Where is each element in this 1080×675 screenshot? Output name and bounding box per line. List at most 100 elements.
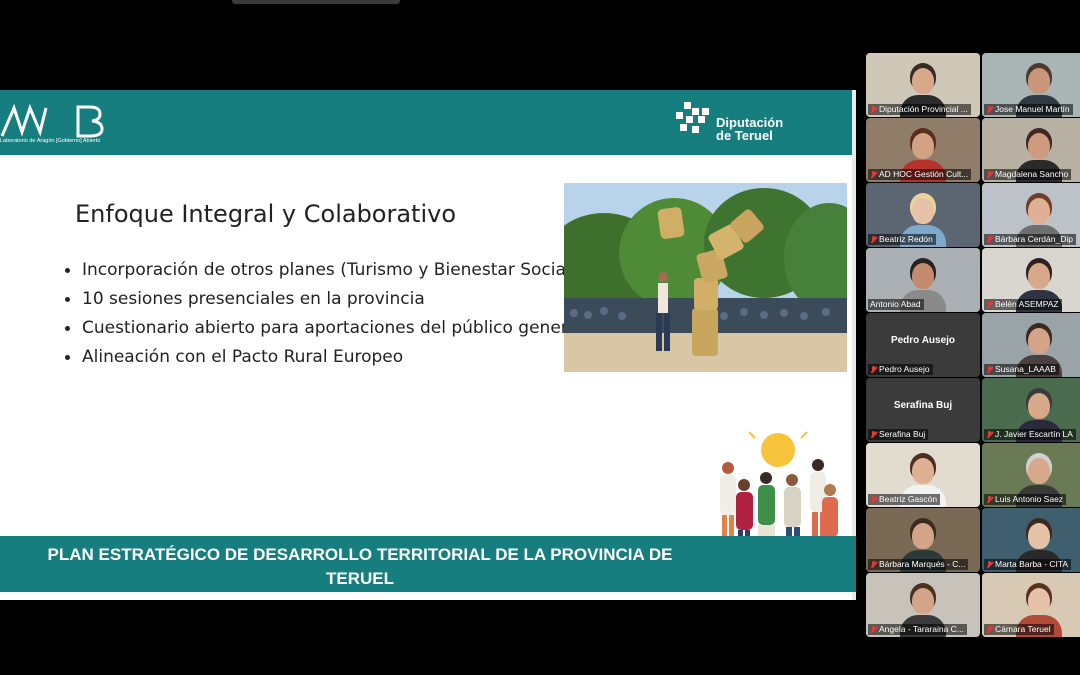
participant-face [912,588,934,614]
participant-face [1028,458,1050,484]
mic-muted-icon [870,625,877,634]
participant-face [912,263,934,289]
mic-muted-icon [986,495,993,504]
participant-name: Pedro Ausejo [879,364,930,374]
slide-edge [852,90,856,600]
laaab-b-icon [76,105,104,138]
participant-tile[interactable]: Jose Manuel Martín [982,53,1080,117]
participant-name-tag: J. Javier Escartín LA [984,429,1076,440]
bullet-item: Incorporación de otros planes (Turismo y… [64,260,583,289]
laaab-logo: Laboratorio de Aragón [Gobierno] Abierto [0,102,110,148]
participant-face [1028,588,1050,614]
participant-face [912,133,934,159]
participant-tile[interactable]: Marta Barba - CITA [982,508,1080,572]
diputacion-teruel-logo: Diputación de Teruel [676,102,806,146]
participant-name-tag: Beatriz Redón [868,234,936,245]
bullet-item: 10 sesiones presenciales en la provincia [64,289,583,318]
participant-tile[interactable]: Luis Antonio Saez [982,443,1080,507]
participant-name: Angela - Tararaina C... [879,624,964,634]
participant-display-name: Serafina Buj [893,400,953,411]
mic-muted-icon [986,300,993,309]
slide-header-band: Laboratorio de Aragón [Gobierno] Abierto… [0,90,852,155]
mic-muted-icon [870,560,877,569]
participant-name-tag: AD HOC Gestión Cult... [868,169,972,180]
footer-title-line2: TERUEL [326,569,394,588]
mic-muted-icon [986,560,993,569]
participant-tile[interactable]: Antonio Abad [866,248,980,312]
participant-name-tag: Magdalena Sancho [984,169,1072,180]
diputacion-mark-icon [676,102,712,138]
mic-muted-icon [870,170,877,179]
mic-muted-icon [986,235,993,244]
participant-tile[interactable]: Beatriz Redón [866,183,980,247]
hay-bale-performance-photo [564,183,847,372]
slide-footer-band: PLAN ESTRATÉGICO DE DESARROLLO TERRITORI… [0,536,856,592]
participant-name: Jose Manuel Martín [995,104,1070,114]
laaab-logo-caption: Laboratorio de Aragón [Gobierno] Abierto [0,138,101,144]
participant-name: Serafina Buj [879,429,926,439]
window-drag-handle[interactable] [232,0,400,4]
participant-display-name: Pedro Ausejo [890,335,956,346]
participant-tile[interactable]: Magdalena Sancho [982,118,1080,182]
slide-title: Enfoque Integral y Colaborativo [75,200,457,228]
mic-muted-icon [870,235,877,244]
participant-tile[interactable]: Belén ASEMPAZ [982,248,1080,312]
participant-name-tag: Pedro Ausejo [868,364,933,375]
participant-name-tag: Bárbara Marqués - C... [868,559,969,570]
participant-tile[interactable]: Susana_LAAAB [982,313,1080,377]
bullet-item: Cuestionario abierto para aportaciones d… [64,318,583,347]
participant-tile[interactable]: Cámara Teruel [982,573,1080,637]
participant-face [1028,198,1050,224]
participant-name-tag: Jose Manuel Martín [984,104,1073,115]
participant-face [912,198,934,224]
participant-name-tag: Belén ASEMPAZ [984,299,1062,310]
mic-muted-icon [870,105,877,114]
participant-name: Marta Barba - CITA [995,559,1069,569]
participant-tile[interactable]: Angela - Tararaina C... [866,573,980,637]
mic-muted-icon [986,105,993,114]
mic-muted-icon [870,365,877,374]
participant-name: Diputación Provincial ... [879,104,968,114]
participant-name-tag: Beatriz Gascón [868,494,941,505]
bullet-item: Alineación con el Pacto Rural Europeo [64,347,583,376]
participant-name-tag: Luis Antonio Saez [984,494,1067,505]
participant-name: Magdalena Sancho [995,169,1069,179]
mic-muted-icon [986,430,993,439]
diputacion-line2: de Teruel [716,128,773,143]
participant-name: Susana_LAAAB [995,364,1056,374]
participant-tile[interactable]: Bárbara Marqués - C... [866,508,980,572]
mic-muted-icon [870,430,877,439]
participant-name-tag: Bárbara Cerdán_Dip [984,234,1076,245]
participant-name: Luis Antonio Saez [995,494,1064,504]
participant-tile[interactable]: Beatriz Gascón [866,443,980,507]
participant-name: Antonio Abad [870,299,921,309]
shared-screen-slide: Laboratorio de Aragón [Gobierno] Abierto… [0,90,856,600]
participant-name-tag: Cámara Teruel [984,624,1054,635]
participant-face [1028,393,1050,419]
participant-name: Cámara Teruel [995,624,1051,634]
participant-name: J. Javier Escartín LA [995,429,1073,439]
participant-tile[interactable]: Serafina Buj Serafina Buj [866,378,980,442]
mic-muted-icon [986,170,993,179]
participant-name: Beatriz Gascón [879,494,938,504]
participant-name: Belén ASEMPAZ [995,299,1059,309]
participant-face [1028,263,1050,289]
participant-face [1028,133,1050,159]
participant-name-tag: Susana_LAAAB [984,364,1059,375]
participants-gallery: Diputación Provincial ... Jose Manuel Mar… [866,53,1080,637]
participant-face [1028,328,1050,354]
participant-tile[interactable]: AD HOC Gestión Cult... [866,118,980,182]
participant-tile[interactable]: Diputación Provincial ... [866,53,980,117]
mic-muted-icon [870,495,877,504]
mic-muted-icon [986,365,993,374]
participant-name: AD HOC Gestión Cult... [879,169,969,179]
participant-tile[interactable]: Pedro Ausejo Pedro Ausejo [866,313,980,377]
slide-bullet-list: Incorporación de otros planes (Turismo y… [64,260,583,376]
participant-name-tag: Serafina Buj [868,429,929,440]
participant-face [1028,68,1050,94]
participant-tile[interactable]: J. Javier Escartín LA [982,378,1080,442]
participant-face [912,458,934,484]
participant-tile[interactable]: Bárbara Cerdán_Dip [982,183,1080,247]
participant-face [1028,523,1050,549]
participant-name: Bárbara Marqués - C... [879,559,966,569]
